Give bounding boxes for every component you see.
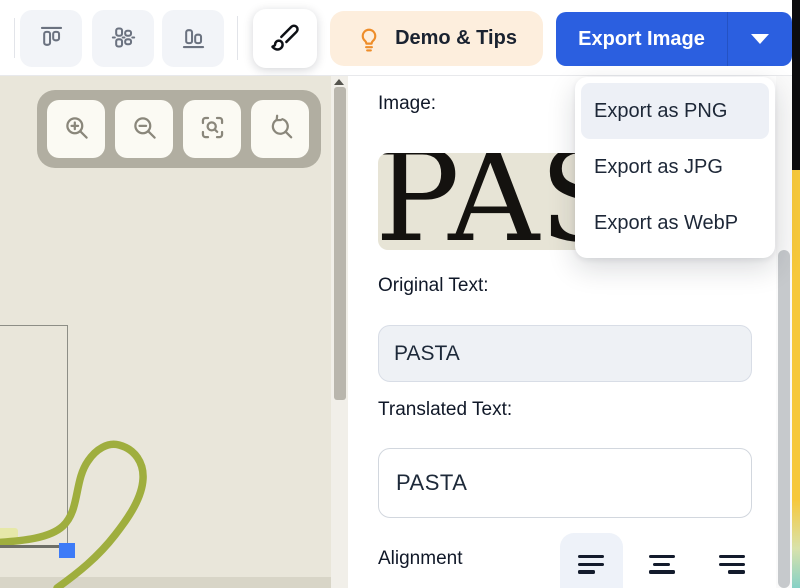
selection-resize-handle[interactable] (59, 543, 75, 558)
export-dropdown-toggle[interactable] (728, 12, 792, 66)
canvas-scrollbar[interactable] (331, 76, 348, 588)
lightbulb-icon (356, 25, 382, 53)
zoom-fit-button[interactable] (183, 100, 241, 158)
export-dropdown-menu: Export as PNG Export as JPG Export as We… (575, 77, 775, 258)
toolbar-divider (14, 18, 15, 58)
translated-text-label: Translated Text: (378, 399, 512, 421)
export-image-button[interactable]: Export Image (556, 12, 792, 66)
align-bottom-button[interactable] (162, 10, 224, 67)
image-label: Image: (378, 93, 436, 115)
export-image-label: Export Image (556, 12, 727, 66)
align-middle-button[interactable] (92, 10, 154, 67)
align-top-icon (38, 24, 65, 54)
canvas-zoom-toolbar (37, 90, 321, 168)
menu-item-export-png[interactable]: Export as PNG (581, 83, 769, 139)
align-vertical-centers-icon (110, 24, 137, 54)
top-toolbar: Demo & Tips Export Image (0, 0, 792, 76)
app-window: Demo & Tips Export Image (0, 0, 800, 588)
demo-tips-button[interactable]: Demo & Tips (330, 11, 543, 66)
translated-text-input[interactable] (378, 448, 752, 518)
align-top-button[interactable] (20, 10, 82, 67)
alignment-label: Alignment (378, 548, 463, 570)
zoom-out-button[interactable] (115, 100, 173, 158)
zoom-out-icon (131, 114, 158, 144)
canvas-scrollbar-thumb[interactable] (334, 87, 346, 400)
zoom-reset-button[interactable] (251, 100, 309, 158)
align-text-left-button[interactable] (560, 533, 623, 588)
panel-scrollbar-thumb[interactable] (778, 250, 790, 588)
edge-dark-segment (792, 0, 800, 170)
align-text-right-button[interactable] (700, 533, 763, 588)
zoom-in-icon (63, 114, 90, 144)
align-bottom-icon (180, 24, 207, 54)
align-left-icon (578, 555, 604, 558)
caret-down-icon (751, 34, 769, 44)
panel-scrollbar[interactable] (776, 76, 792, 588)
window-edge-strip (792, 0, 800, 588)
menu-item-export-jpg[interactable]: Export as JPG (581, 139, 769, 195)
align-center-icon (649, 555, 675, 558)
edge-yellow-segment (792, 170, 800, 500)
editor-canvas[interactable] (0, 76, 331, 588)
edge-gradient-segment (792, 500, 800, 588)
original-text-label: Original Text: (378, 275, 489, 297)
demo-tips-label: Demo & Tips (395, 27, 517, 50)
paintbrush-icon (270, 22, 300, 55)
align-right-icon (719, 555, 745, 558)
zoom-reset-icon (267, 114, 294, 144)
format-brush-button[interactable] (253, 9, 317, 68)
menu-item-export-webp[interactable]: Export as WebP (581, 195, 769, 251)
zoom-in-button[interactable] (47, 100, 105, 158)
original-text-input[interactable] (378, 325, 752, 382)
zoom-fit-icon (199, 114, 226, 144)
align-text-center-button[interactable] (630, 533, 693, 588)
toolbar-divider (237, 16, 238, 60)
scroll-up-arrow-icon[interactable] (334, 79, 344, 85)
